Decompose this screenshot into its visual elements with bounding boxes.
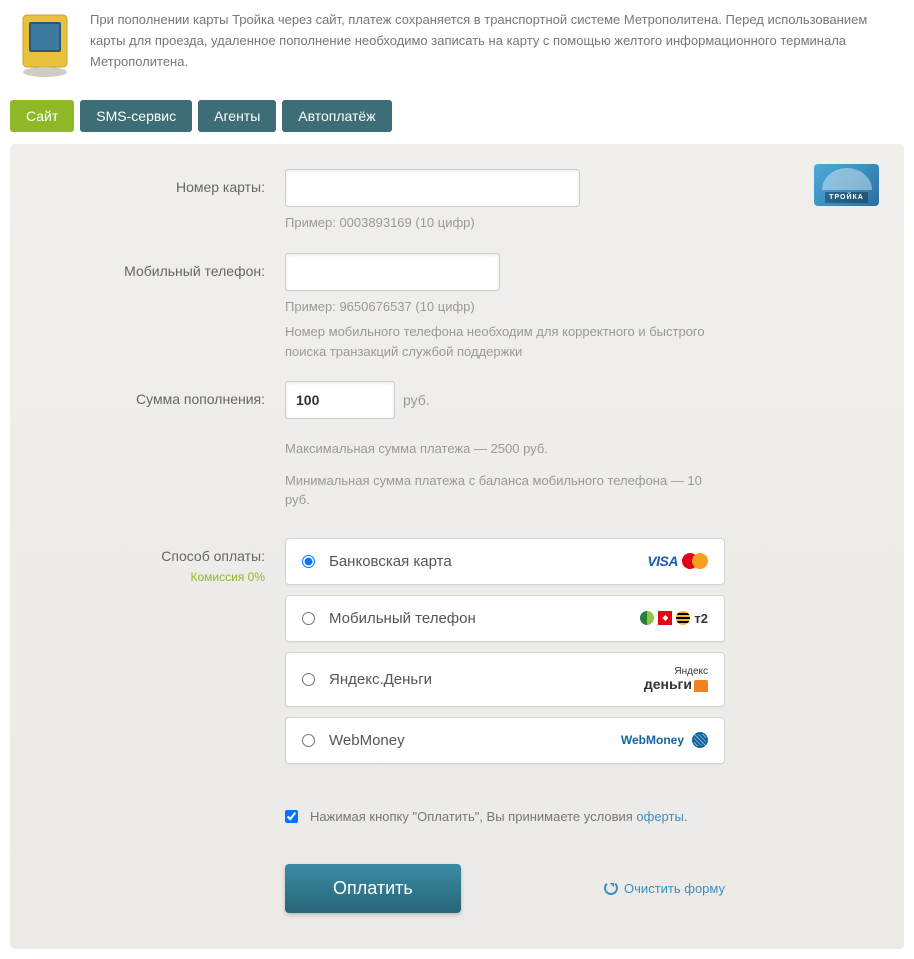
tab-agents[interactable]: Агенты	[198, 100, 276, 132]
visa-icon: VISA	[647, 553, 678, 569]
tele2-icon: т2	[694, 611, 708, 626]
terminal-icon	[15, 10, 75, 80]
troika-card-image: ТРОЙКА	[814, 164, 879, 206]
card-number-label: Номер карты:	[40, 169, 285, 233]
phone-hint-2: Номер мобильного телефона необходим для …	[285, 322, 725, 361]
payment-option-webmoney[interactable]: WebMoney WebMoney	[285, 717, 725, 764]
agree-text-after: .	[684, 809, 688, 824]
tabs: Сайт SMS-сервис Агенты Автоплатёж	[0, 100, 914, 144]
card-number-hint: Пример: 0003893169 (10 цифр)	[285, 213, 725, 233]
phone-label: Мобильный телефон:	[40, 253, 285, 362]
payment-radio-mobile[interactable]	[302, 612, 315, 625]
tab-sms[interactable]: SMS-сервис	[80, 100, 192, 132]
tab-autopay[interactable]: Автоплатёж	[282, 100, 391, 132]
mastercard-icon	[682, 553, 708, 569]
webmoney-globe-icon	[692, 732, 708, 748]
agree-text-before: Нажимая кнопку "Оплатить", Вы принимаете…	[310, 809, 636, 824]
phone-input[interactable]	[285, 253, 500, 291]
tab-site[interactable]: Сайт	[10, 100, 74, 132]
payment-option-mobile[interactable]: Мобильный телефон т2	[285, 595, 725, 642]
amount-hint-2: Минимальная сумма платежа с баланса моби…	[285, 471, 725, 510]
megafon-icon	[640, 611, 654, 625]
agree-row: Нажимая кнопку "Оплатить", Вы принимаете…	[285, 809, 725, 824]
card-number-input[interactable]	[285, 169, 580, 207]
webmoney-icon: WebMoney	[621, 733, 684, 747]
yandex-money-icon: Яндексденьги	[644, 667, 708, 692]
form-panel: ТРОЙКА Номер карты: Пример: 0003893169 (…	[10, 144, 904, 949]
commission-text: Комиссия 0%	[40, 570, 265, 584]
amount-input[interactable]	[285, 381, 395, 419]
pay-button[interactable]: Оплатить	[285, 864, 461, 913]
mts-icon	[658, 611, 672, 625]
clear-form-link[interactable]: Очистить форму	[604, 881, 725, 896]
payment-option-yandex[interactable]: Яндекс.Деньги Яндексденьги	[285, 652, 725, 707]
payment-option-card[interactable]: Банковская карта VISA	[285, 538, 725, 585]
agree-checkbox[interactable]	[285, 810, 298, 823]
reload-icon	[604, 881, 618, 895]
payment-radio-card[interactable]	[302, 555, 315, 568]
offer-link[interactable]: оферты	[636, 809, 683, 824]
phone-hint-1: Пример: 9650676537 (10 цифр)	[285, 297, 725, 317]
payment-method-label: Способ оплаты:	[161, 548, 265, 564]
payment-radio-webmoney[interactable]	[302, 734, 315, 747]
amount-hint-1: Максимальная сумма платежа — 2500 руб.	[285, 439, 725, 459]
beeline-icon	[676, 611, 690, 625]
amount-label: Сумма пополнения:	[40, 381, 285, 510]
amount-unit: руб.	[403, 392, 430, 408]
payment-radio-yandex[interactable]	[302, 673, 315, 686]
info-text: При пополнении карты Тройка через сайт, …	[90, 10, 899, 72]
info-banner: При пополнении карты Тройка через сайт, …	[0, 0, 914, 100]
